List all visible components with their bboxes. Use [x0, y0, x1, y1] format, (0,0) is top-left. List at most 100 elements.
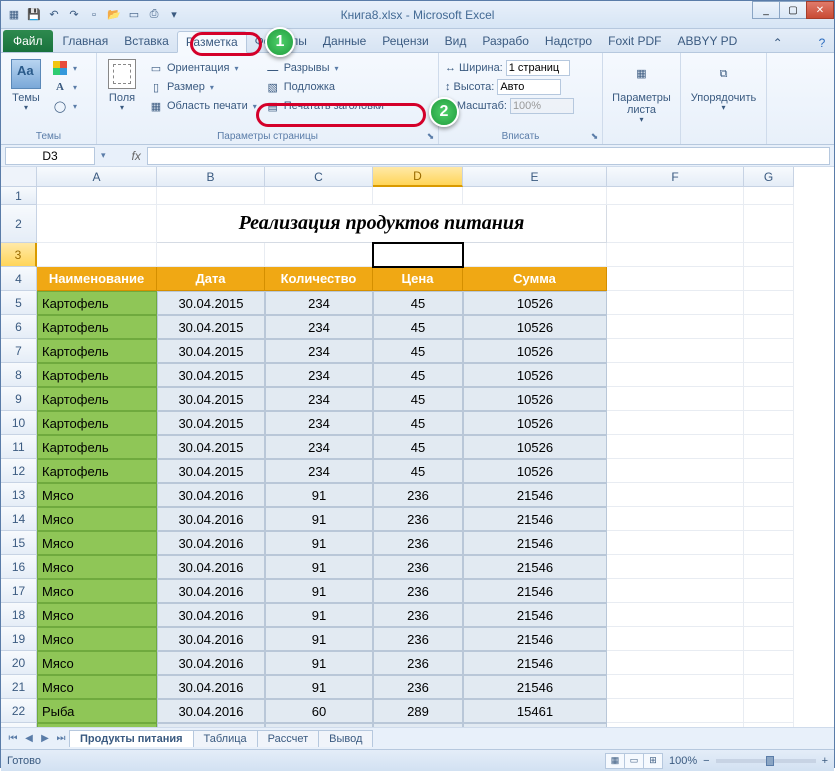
help-icon[interactable]: ?	[813, 34, 831, 52]
cell[interactable]	[607, 243, 744, 267]
zoom-out-button[interactable]: −	[703, 755, 709, 767]
table-row[interactable]: Мясо	[37, 651, 157, 675]
cell[interactable]: 45	[373, 459, 463, 483]
cell[interactable]	[607, 651, 744, 675]
row-header-18[interactable]: 18	[1, 603, 37, 627]
row-header-6[interactable]: 6	[1, 315, 37, 339]
table-row[interactable]: Рыба	[37, 723, 157, 727]
sheet-nav-next-icon[interactable]: ▶	[37, 731, 53, 747]
cell[interactable]	[607, 627, 744, 651]
cell[interactable]	[607, 579, 744, 603]
cell[interactable]	[463, 187, 607, 205]
cell[interactable]: 45	[373, 315, 463, 339]
cell[interactable]: 91	[265, 675, 373, 699]
col-header-C[interactable]: C	[265, 167, 373, 187]
row-header-11[interactable]: 11	[1, 435, 37, 459]
cell[interactable]: 236	[373, 651, 463, 675]
cell[interactable]: 10526	[463, 339, 607, 363]
sheet-nav-prev-icon[interactable]: ◀	[21, 731, 37, 747]
row-header-2[interactable]: 2	[1, 205, 37, 243]
table-row[interactable]: Картофель	[37, 363, 157, 387]
close-button[interactable]: ✕	[806, 1, 834, 19]
cell[interactable]	[37, 205, 157, 243]
worksheet-grid[interactable]: A B C D E F G 12345678910111213141516171…	[1, 167, 834, 727]
col-header-A[interactable]: A	[37, 167, 157, 187]
cell[interactable]: 236	[373, 627, 463, 651]
qat-more-icon[interactable]: ▾	[165, 6, 183, 24]
cell[interactable]: 10526	[463, 411, 607, 435]
cell[interactable]: 30.04.2015	[157, 291, 265, 315]
cell[interactable]: 30.04.2016	[157, 603, 265, 627]
table-row[interactable]: Картофель	[37, 459, 157, 483]
view-page-break-icon[interactable]: ⊞	[643, 753, 663, 769]
cell[interactable]	[744, 555, 794, 579]
col-header-G[interactable]: G	[744, 167, 794, 187]
cell[interactable]: 60	[265, 699, 373, 723]
cell[interactable]: 45	[373, 435, 463, 459]
sheet-nav-first-icon[interactable]: ⏮	[5, 731, 21, 747]
cell[interactable]: 30.04.2016	[157, 699, 265, 723]
cell[interactable]: 289	[373, 699, 463, 723]
table-row[interactable]: Картофель	[37, 387, 157, 411]
cell[interactable]: 30.04.2016	[157, 627, 265, 651]
cell[interactable]: 91	[265, 603, 373, 627]
cell[interactable]: 236	[373, 483, 463, 507]
view-page-layout-icon[interactable]: ▭	[624, 753, 644, 769]
cell[interactable]	[157, 187, 265, 205]
select-all-button[interactable]	[1, 167, 37, 187]
height-input[interactable]	[497, 79, 561, 95]
scale-input[interactable]	[510, 98, 574, 114]
cell[interactable]: 30.04.2016	[157, 675, 265, 699]
col-header-E[interactable]: E	[463, 167, 607, 187]
cell[interactable]: 91	[265, 507, 373, 531]
cell[interactable]	[607, 555, 744, 579]
table-row[interactable]: Картофель	[37, 315, 157, 339]
cell[interactable]: 45	[373, 339, 463, 363]
cell[interactable]: 30.04.2016	[157, 483, 265, 507]
cell[interactable]	[607, 507, 744, 531]
cell[interactable]	[607, 435, 744, 459]
table-row[interactable]: Картофель	[37, 291, 157, 315]
row-header-12[interactable]: 12	[1, 459, 37, 483]
cell[interactable]: 60	[265, 723, 373, 727]
table-row[interactable]: Рыба	[37, 699, 157, 723]
zoom-slider[interactable]	[716, 759, 816, 763]
table-row[interactable]: Мясо	[37, 579, 157, 603]
cell[interactable]: 236	[373, 531, 463, 555]
cell[interactable]: 91	[265, 483, 373, 507]
cell[interactable]: 30.04.2016	[157, 531, 265, 555]
row-header-13[interactable]: 13	[1, 483, 37, 507]
table-row[interactable]: Мясо	[37, 555, 157, 579]
sheet-nav-last-icon[interactable]: ⏭	[53, 731, 69, 747]
row-header-5[interactable]: 5	[1, 291, 37, 315]
sheet-tab-1[interactable]: Продукты питания	[69, 730, 194, 747]
cell[interactable]: 30.04.2015	[157, 315, 265, 339]
cell[interactable]	[744, 363, 794, 387]
cell[interactable]: 30.04.2016	[157, 555, 265, 579]
cell[interactable]: 234	[265, 387, 373, 411]
table-row[interactable]: Картофель	[37, 435, 157, 459]
cell[interactable]: 91	[265, 555, 373, 579]
cell[interactable]: 21546	[463, 603, 607, 627]
cell[interactable]: 236	[373, 603, 463, 627]
table-header[interactable]: Сумма	[463, 267, 607, 291]
sheet-tab-3[interactable]: Рассчет	[257, 730, 320, 747]
cell[interactable]	[37, 243, 157, 267]
cell[interactable]	[744, 507, 794, 531]
cell[interactable]: 234	[265, 339, 373, 363]
cell[interactable]: 21546	[463, 507, 607, 531]
cell[interactable]	[607, 387, 744, 411]
cell[interactable]	[744, 339, 794, 363]
qat-redo-icon[interactable]: ↷	[65, 6, 83, 24]
cell[interactable]	[607, 603, 744, 627]
qat-print-icon[interactable]: ⎙	[145, 6, 163, 24]
qat-new-icon[interactable]: ▫	[85, 6, 103, 24]
cell[interactable]	[265, 187, 373, 205]
size-button[interactable]: ▯Размер	[145, 78, 260, 96]
cell[interactable]	[607, 291, 744, 315]
scale-dialog-launcher[interactable]: ⬊	[588, 130, 601, 143]
cell[interactable]: 234	[265, 435, 373, 459]
cell[interactable]: 30.04.2015	[157, 435, 265, 459]
table-title[interactable]: Реализация продуктов питания	[157, 205, 607, 243]
cell[interactable]: 234	[265, 291, 373, 315]
